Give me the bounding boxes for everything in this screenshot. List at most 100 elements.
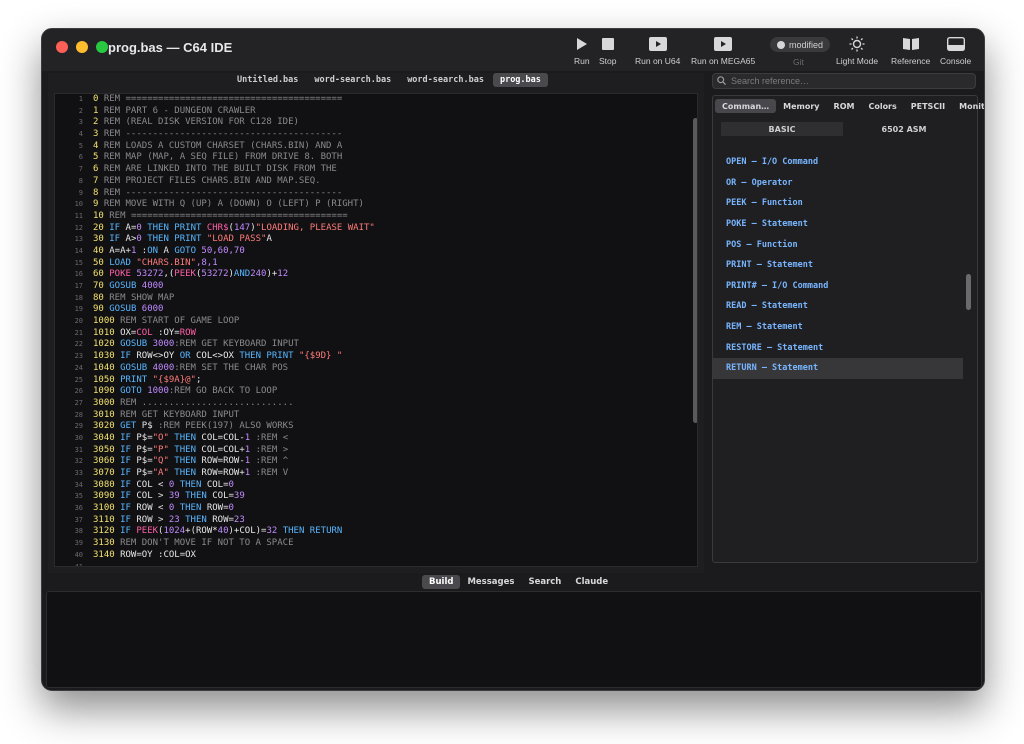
line-text: 20 IF A=0 THEN PRINT CHR$(147)"LOADING, … [87,223,375,235]
line-text: 3060 IF P$="Q" THEN ROW=ROW-1 :REM ^ [87,456,288,468]
reference-item[interactable]: POS — Function [713,234,963,255]
run-on-u64-button[interactable]: Run on U64 [635,35,680,66]
reference-item[interactable]: PRINT — Statement [713,255,963,276]
code-token: 3060 [93,456,121,467]
code-line: 19 90 GOSUB 6000 [55,304,697,316]
modified-label: modified [788,39,824,50]
line-number: 29 [74,422,83,431]
code-token: THEN [168,444,202,455]
code-token: ,( [163,269,175,280]
code-token: THEN PRINT [239,351,299,362]
run-button[interactable]: Run [574,35,590,66]
code-line: 5 4 REM LOADS A CUSTOM CHARSET (CHARS.BIN… [55,141,697,153]
code-token: ROW=ROW- [201,456,245,467]
code-token: +(ROW* [185,526,218,537]
line-text: 3100 IF ROW < 0 THEN ROW=0 [87,503,234,515]
reference-tab[interactable]: Comman… [715,99,777,113]
editor-scrollbar[interactable] [693,118,697,423]
code-line: 26 1090 GOTO 1000:REM GO BACK TO LOOP [55,386,697,398]
reference-content: Comman…MemoryROMColorsPETSCIIMonitor BAS… [712,95,984,563]
code-token: 3000 [93,397,121,408]
line-text: 3130 REM DON'T MOVE IF NOT TO A SPACE [87,538,293,550]
bottom-tab[interactable]: Messages [460,575,521,589]
title-bar: prog.bas — C64 IDE Run Stop Run on U64 R… [42,29,984,71]
code-token: OR [179,351,196,362]
code-token: P$= [136,456,153,467]
code-line: 1 0 REM =================================… [55,94,697,106]
editor-tab[interactable]: Untitled.bas [230,73,305,87]
code-token: "O" [152,432,169,443]
run-label: Run [574,56,590,66]
code-line: 37 3110 IF ROW > 23 THEN ROW=23 [55,515,697,527]
code-line: 7 6 REM ARE LINKED INTO THE BUILT DISK FR… [55,164,697,176]
code-token: 1010 [93,327,121,338]
code-line: 24 1040 GOSUB 4000:REM SET THE CHAR POS [55,363,697,375]
reference-item[interactable]: REM — Statement [713,317,963,338]
console-button[interactable]: Console [940,35,971,66]
reference-item[interactable]: OR — Operator [713,173,963,194]
code-token: THEN [179,514,213,525]
reference-panel: Search reference… Comman… Memory ROM Colors… [712,73,984,563]
reference-item[interactable]: RESTORE — Statement [713,337,963,358]
reference-item[interactable]: READ — Statement [713,296,963,317]
line-text: 3070 IF P$="A" THEN ROW=ROW+1 :REM V [87,468,288,480]
bottom-tab[interactable]: Build [422,575,461,589]
code-token: :REM < [250,432,289,443]
screen-play-icon [714,35,733,53]
editor-tab[interactable]: word-search.bas [400,73,491,87]
reference-search-input[interactable]: Search reference… [712,73,976,89]
editor-tab[interactable]: word-search.bas [307,73,398,87]
code-token: ROW > [136,514,169,525]
code-line: 31 3050 IF P$="P" THEN COL=COL+1 :REM > [55,445,697,457]
code-token: COL= [212,491,234,502]
code-token: COL > [136,491,169,502]
minimize-window-button[interactable] [76,41,88,53]
line-text: 3080 IF COL < 0 THEN COL=0 [87,480,234,492]
code-token: 3110 [93,514,121,525]
reference-subtab[interactable]: 6502 ASM [843,122,965,136]
line-number: 31 [74,445,83,454]
reference-item[interactable]: OPEN — I/O Command [713,152,963,173]
line-number: 16 [74,270,83,279]
reference-item[interactable]: PRINT# — I/O Command [713,276,963,297]
line-number: 20 [74,317,83,326]
reference-tab[interactable]: Colors [861,99,903,113]
reference-tab[interactable]: ROM [827,99,862,113]
bottom-tab[interactable]: Claude [568,575,615,589]
code-token: 8 [93,187,104,198]
editor-tab[interactable]: prog.bas [492,73,548,87]
bottom-panel: Build Messages Search Claude [42,575,984,690]
reference-scrollbar[interactable] [966,274,971,310]
zoom-window-button[interactable] [96,41,108,53]
reference-tab[interactable]: Monitor [952,99,984,113]
code-editor[interactable]: 10 REM =================================… [54,93,698,567]
reference-item[interactable]: POKE — Statement [713,214,963,235]
code-token: 3010 [93,409,121,420]
light-mode-button[interactable]: Light Mode [836,35,878,66]
code-line: 17 70 GOSUB 4000 [55,281,697,293]
close-window-button[interactable] [56,41,68,53]
line-number: 40 [74,550,83,559]
code-token: REM ARE LINKED INTO THE BUILT DISK FROM … [103,164,337,175]
bottom-tab[interactable]: Search [521,575,568,589]
line-number: 5 [78,141,83,150]
stop-button[interactable]: Stop [599,35,617,66]
line-number: 35 [74,492,83,501]
line-number: 15 [74,258,83,267]
code-token: "LOAD PASS" [206,234,267,245]
reference-item[interactable]: PEEK — Function [713,193,963,214]
reference-tab[interactable]: PETSCII [904,99,952,113]
run-on-mega65-button[interactable]: Run on MEGA65 [691,35,755,66]
code-token: 1020 [93,339,121,350]
line-number: 38 [74,527,83,536]
reference-tab[interactable]: Memory [776,99,826,113]
code-token: 4 [93,140,104,151]
book-icon [902,35,920,53]
code-token: "A" [152,468,169,478]
line-text: 80 REM SHOW MAP [87,293,174,305]
reference-button[interactable]: Reference [891,35,930,66]
reference-subtab[interactable]: BASIC [721,122,843,136]
code-token: 3090 [93,491,121,502]
reference-item[interactable]: RETURN — Statement [713,357,963,379]
code-token: 12 [277,269,289,280]
